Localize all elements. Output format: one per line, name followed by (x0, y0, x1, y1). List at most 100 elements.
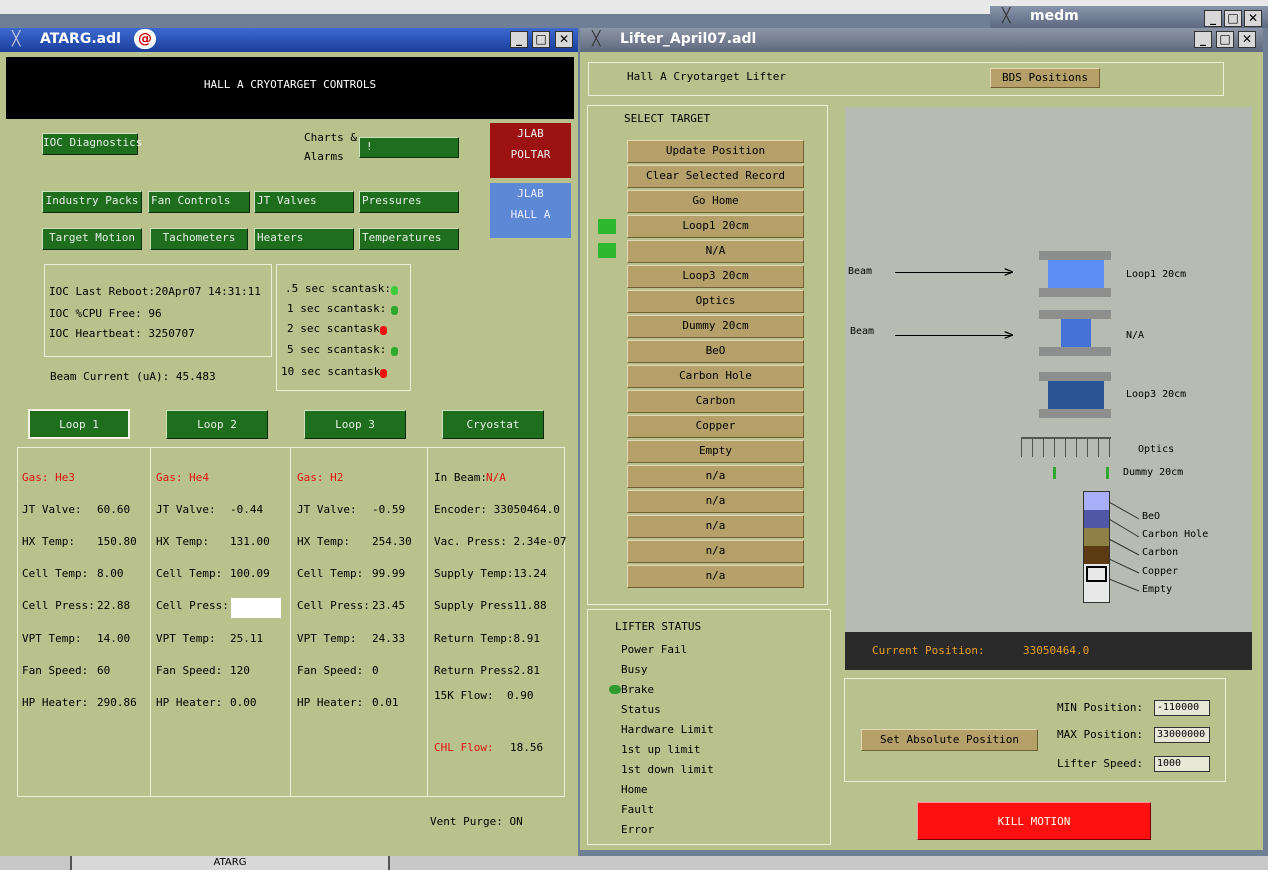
loop1-row-value: 60 (97, 664, 111, 677)
target-empty-button[interactable]: Empty (627, 440, 804, 463)
cryostat-vac-press: Vac. Press: 2.34e-07 (434, 535, 567, 548)
pressures-button[interactable]: Pressures (359, 191, 459, 213)
charts-alarms-menu[interactable]: ! (359, 137, 459, 158)
copper-diagram-label: Copper (1142, 566, 1179, 577)
atarg-close-button[interactable]: ✕ (555, 31, 573, 48)
scantask-label: 1 sec scantask: (287, 302, 387, 315)
lifter-minimize-button[interactable]: _ (1194, 31, 1212, 48)
jlab-poltar-button[interactable]: JLAB POLTAR (490, 123, 571, 178)
target-motion-button[interactable]: Target Motion (42, 228, 142, 250)
copper-target (1084, 546, 1109, 564)
cryostat-return-press: Return Press2.81 (434, 664, 540, 677)
jlab-halla-button[interactable]: JLAB HALL A (490, 183, 571, 238)
loop3-gas: Gas: H2 (297, 471, 344, 484)
medm-minimize-button[interactable]: _ (1204, 10, 1222, 27)
lifter-titlebar[interactable]: ╳ Lifter_April07.adl _ □ ✕ (580, 28, 1263, 52)
loop3-row-label: VPT Temp: (297, 632, 357, 645)
target-optics-button[interactable]: Optics (627, 290, 804, 313)
beam-label: Beam (850, 326, 875, 337)
loop3-diagram-label: Loop3 20cm (1126, 389, 1187, 400)
target-na-button[interactable]: N/A (627, 240, 804, 263)
target-spare-button[interactable]: n/a (627, 490, 804, 513)
bds-positions-button[interactable]: BDS Positions (990, 68, 1100, 88)
status-1st-up-limit: 1st up limit (621, 743, 701, 756)
cryostat-chl-flow-label: CHL Flow: (434, 741, 494, 754)
target-spare-button[interactable]: n/a (627, 465, 804, 488)
target-clear-selected-button[interactable]: Clear Selected Record (627, 165, 804, 188)
loop1-row-label: HX Temp: (22, 535, 75, 548)
cryostat-return-temp: Return Temp:8.91 (434, 632, 540, 645)
tachometers-button[interactable]: Tachometers (150, 228, 248, 250)
loop3-row-label: HX Temp: (297, 535, 350, 548)
na-cell (1061, 319, 1091, 347)
scantask-fail-indicator (380, 369, 387, 378)
taskbar-item-atarg[interactable]: ATARG (70, 856, 390, 870)
carbon-hole-diagram-label: Carbon Hole (1142, 529, 1209, 540)
atarg-window-title: ATARG.adl (40, 31, 121, 47)
target-copper-button[interactable]: Copper (627, 415, 804, 438)
jt-valves-button[interactable]: JT Valves (254, 191, 354, 213)
lifter-panel: Hall A Cryotarget Lifter BDS Positions S… (580, 52, 1263, 850)
target-spare-button[interactable]: n/a (627, 565, 804, 588)
target-loop3-button[interactable]: Loop3 20cm (627, 265, 804, 288)
ioc-diagnostics-button[interactable]: IOC Diagnostics (42, 133, 142, 155)
atarg-maximize-button[interactable]: □ (532, 31, 550, 48)
beam-arrow-icon (895, 335, 1013, 336)
lifter-maximize-button[interactable]: □ (1216, 31, 1234, 48)
target-carbon-hole-button[interactable]: Carbon Hole (627, 365, 804, 388)
ioc-heartbeat: IOC Heartbeat: 3250707 (49, 327, 195, 340)
cryostat-in-beam-label: In Beam: (434, 471, 487, 484)
lifter-status-box: LIFTER STATUS Power Fail Busy Brake Stat… (587, 609, 831, 845)
fan-controls-button[interactable]: Fan Controls (148, 191, 250, 213)
loop2-row-label: HP Heater: (156, 696, 223, 709)
loop2-row-value: 25.11 (230, 632, 264, 645)
atarg-minimize-button[interactable]: _ (510, 31, 528, 48)
hole-target (1086, 566, 1107, 582)
beam-arrow-head-icon: > (1004, 262, 1014, 281)
target-beo-button[interactable]: BeO (627, 340, 804, 363)
charts-label: Charts & (304, 131, 357, 144)
tab-loop-2[interactable]: Loop 2 (166, 410, 268, 439)
min-position-input[interactable]: -110000 (1154, 700, 1210, 716)
target-carbon-button[interactable]: Carbon (627, 390, 804, 413)
tab-loop-3[interactable]: Loop 3 (304, 410, 406, 439)
cryostat-in-beam-value: N/A (486, 471, 506, 484)
target-loop1-button[interactable]: Loop1 20cm (627, 215, 804, 238)
medm-title: medm (1030, 8, 1079, 24)
tab-cryostat[interactable]: Cryostat (442, 410, 544, 439)
medm-titlebar[interactable]: ╳ medm _ □ ✕ (990, 6, 1268, 28)
set-absolute-position-button[interactable]: Set Absolute Position (861, 729, 1038, 751)
column-divider (427, 448, 428, 796)
medm-maximize-button[interactable]: □ (1224, 10, 1242, 27)
heaters-button[interactable]: Heaters (254, 228, 354, 250)
x-logo-icon: ╳ (12, 31, 21, 47)
lifter-header: Hall A Cryotarget Lifter (627, 70, 786, 83)
select-target-title: SELECT TARGET (624, 112, 711, 125)
target-go-home-button[interactable]: Go Home (627, 190, 804, 213)
lifter-speed-input[interactable]: 1000 (1154, 756, 1210, 772)
status-power-fail: Power Fail (621, 643, 688, 656)
target-spare-button[interactable]: n/a (627, 540, 804, 563)
industry-packs-button[interactable]: Industry Packs (42, 191, 142, 213)
charts-menu-value: ! (366, 140, 373, 153)
loop2-row-label: Fan Speed: (156, 664, 223, 677)
status-error: Error (621, 823, 655, 836)
tab-loop-1[interactable]: Loop 1 (28, 409, 130, 439)
atarg-titlebar[interactable]: ╳ ATARG.adl @ _ □ ✕ (0, 28, 578, 52)
kill-motion-button[interactable]: KILL MOTION (917, 802, 1151, 840)
max-position-input[interactable]: 33000000 (1154, 727, 1210, 743)
target-dummy-button[interactable]: Dummy 20cm (627, 315, 804, 338)
medm-close-button[interactable]: ✕ (1244, 10, 1262, 27)
lifter-close-button[interactable]: ✕ (1238, 31, 1256, 48)
target-update-position-button[interactable]: Update Position (627, 140, 804, 163)
vent-purge: Vent Purge: ON (430, 815, 523, 828)
beo-diagram-label: BeO (1142, 511, 1161, 522)
temperatures-button[interactable]: Temperatures (359, 228, 459, 250)
scantask-box: .5 sec scantask: 1 sec scantask: 2 sec s… (276, 264, 411, 391)
jlab-poltar-line2: POLTAR (510, 148, 551, 161)
ioc-cpu-free: IOC %CPU Free: 96 (49, 307, 162, 320)
target-spare-button[interactable]: n/a (627, 515, 804, 538)
loop2-cell-press-field (231, 598, 281, 618)
loop2-gas: Gas: He4 (156, 471, 209, 484)
current-position-label: Current Position: (872, 644, 985, 657)
